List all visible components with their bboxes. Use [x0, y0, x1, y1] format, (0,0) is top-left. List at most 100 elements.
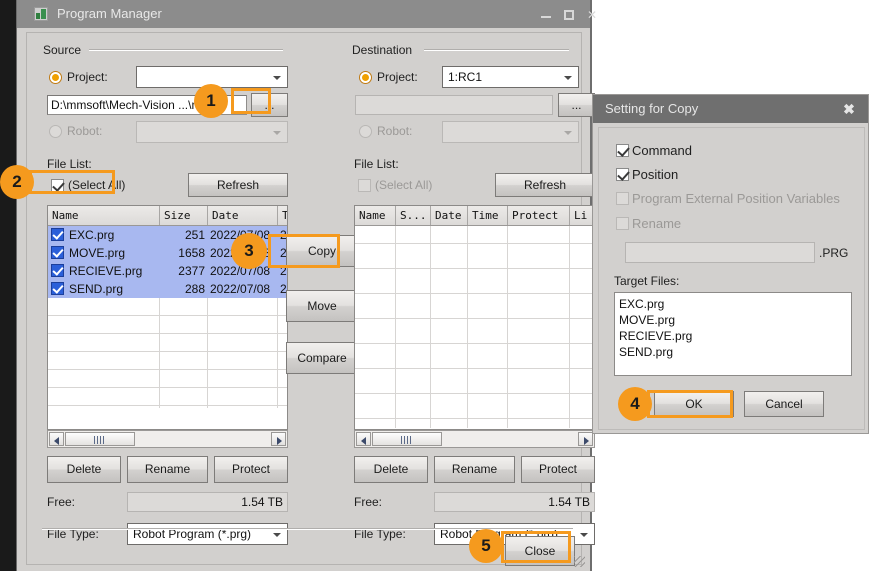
scroll-right-icon[interactable] — [578, 432, 593, 446]
close-icon[interactable]: ✖ — [840, 100, 858, 118]
list-item[interactable]: RECIEVE.prg — [619, 328, 851, 344]
source-filetype-combo[interactable]: Robot Program (*.prg) — [127, 523, 288, 545]
scroll-right-icon[interactable] — [271, 432, 286, 446]
destination-delete-button[interactable]: Delete — [354, 456, 428, 483]
destination-col-name[interactable]: Name — [355, 206, 396, 225]
table-row-empty[interactable] — [48, 370, 287, 388]
scroll-left-icon[interactable] — [49, 432, 64, 446]
target-files-list[interactable]: EXC.prg MOVE.prg RECIEVE.prg SEND.prg — [614, 292, 852, 376]
destination-col-protect[interactable]: Protect — [508, 206, 570, 225]
source-col-date[interactable]: Date — [208, 206, 278, 225]
ok-button[interactable]: OK — [654, 391, 734, 417]
source-hscrollbar[interactable] — [47, 430, 288, 448]
list-item[interactable]: MOVE.prg — [619, 312, 851, 328]
destination-browse-button[interactable]: ... — [558, 93, 595, 117]
maximize-icon[interactable] — [561, 7, 577, 23]
source-refresh-label: Refresh — [189, 174, 287, 196]
row-checkbox[interactable] — [51, 264, 64, 277]
destination-group-divider — [424, 49, 569, 51]
setting-dialog-title-bar: Setting for Copy ✖ — [593, 95, 868, 123]
cell-name: SEND.prg — [69, 280, 159, 298]
destination-refresh-button[interactable]: Refresh — [495, 173, 595, 197]
copy-button[interactable]: Copy — [286, 235, 358, 267]
table-row-empty[interactable] — [355, 226, 594, 244]
table-row-empty[interactable] — [355, 351, 594, 369]
destination-path-input[interactable] — [355, 95, 553, 115]
command-checkbox[interactable] — [616, 144, 629, 157]
table-row-empty[interactable] — [48, 334, 287, 352]
setting-dialog-body: Command Position Program External Positi… — [598, 127, 865, 430]
move-button[interactable]: Move — [286, 290, 358, 322]
chevron-down-icon — [564, 76, 572, 80]
resize-grip[interactable] — [574, 556, 585, 567]
source-protect-button[interactable]: Protect — [214, 456, 288, 483]
minimize-icon[interactable] — [538, 7, 554, 23]
destination-protect-label: Protect — [522, 457, 594, 482]
close-button[interactable]: Close — [505, 536, 575, 566]
table-row-empty[interactable] — [48, 388, 287, 406]
row-checkbox[interactable] — [51, 246, 64, 259]
position-label: Position — [632, 167, 678, 182]
destination-robot-radio[interactable] — [359, 125, 372, 138]
scroll-left-icon[interactable] — [356, 432, 371, 446]
destination-project-combo[interactable]: 1:RC1 — [442, 66, 579, 88]
destination-file-table[interactable]: Name S... Date Time Protect Li — [354, 205, 595, 430]
list-item[interactable]: EXC.prg — [619, 296, 851, 312]
scroll-thumb[interactable] — [372, 432, 442, 446]
destination-col-size[interactable]: S... — [396, 206, 431, 225]
table-row-empty[interactable] — [355, 326, 594, 344]
destination-robot-combo[interactable] — [442, 121, 579, 143]
command-label: Command — [632, 143, 692, 158]
table-row-empty[interactable] — [355, 301, 594, 319]
compare-button[interactable]: Compare — [286, 342, 358, 374]
table-row-empty[interactable] — [355, 276, 594, 294]
destination-project-radio[interactable] — [359, 71, 372, 84]
table-row-empty[interactable] — [355, 251, 594, 269]
source-col-time[interactable]: Ti — [278, 206, 288, 225]
source-delete-button[interactable]: Delete — [47, 456, 121, 483]
destination-rename-label: Rename — [435, 457, 514, 482]
source-robot-combo[interactable] — [136, 121, 288, 143]
table-row[interactable]: SEND.prg 288 2022/07/08 2 — [48, 280, 287, 298]
callout-badge-4: 4 — [618, 387, 652, 421]
destination-select-all-checkbox[interactable] — [358, 179, 371, 192]
source-protect-label: Protect — [215, 457, 287, 482]
table-row-empty[interactable] — [48, 298, 287, 316]
scroll-thumb[interactable] — [65, 432, 135, 446]
source-refresh-button[interactable]: Refresh — [188, 173, 288, 197]
destination-protect-button[interactable]: Protect — [521, 456, 595, 483]
source-project-radio[interactable] — [49, 71, 62, 84]
position-checkbox[interactable] — [616, 168, 629, 181]
source-rename-button[interactable]: Rename — [127, 456, 208, 483]
compare-label: Compare — [287, 343, 357, 373]
cancel-button[interactable]: Cancel — [744, 391, 824, 417]
destination-rename-button[interactable]: Rename — [434, 456, 515, 483]
source-col-name[interactable]: Name — [48, 206, 160, 225]
source-robot-radio[interactable] — [49, 125, 62, 138]
destination-col-date[interactable]: Date — [431, 206, 468, 225]
source-col-size[interactable]: Size — [160, 206, 208, 225]
title-bar: Program Manager ✕ — [17, 0, 590, 28]
table-row-empty[interactable] — [48, 352, 287, 370]
destination-select-all-label: (Select All) — [375, 178, 432, 192]
program-manager-window: Program Manager ✕ Source Project: D:\mms… — [16, 0, 592, 571]
list-item[interactable]: SEND.prg — [619, 344, 851, 360]
source-select-all-checkbox[interactable] — [51, 179, 64, 192]
row-checkbox[interactable] — [51, 282, 64, 295]
close-icon[interactable]: ✕ — [584, 7, 600, 23]
source-browse-button[interactable]: ... — [251, 93, 288, 117]
destination-hscrollbar[interactable] — [354, 430, 595, 448]
cell-size: 1658 — [160, 244, 205, 262]
destination-refresh-label: Refresh — [496, 174, 594, 196]
table-row-empty[interactable] — [355, 401, 594, 419]
rename-checkbox[interactable] — [616, 217, 629, 230]
row-checkbox[interactable] — [51, 228, 64, 241]
table-row-empty[interactable] — [48, 316, 287, 334]
destination-free-label: Free: — [354, 495, 382, 509]
source-table-header: Name Size Date Ti — [48, 206, 287, 226]
external-position-vars-checkbox[interactable] — [616, 192, 629, 205]
rename-suffix-label: .PRG — [819, 246, 848, 260]
destination-col-time[interactable]: Time — [468, 206, 508, 225]
table-row-empty[interactable] — [355, 376, 594, 394]
rename-input[interactable] — [625, 242, 815, 263]
